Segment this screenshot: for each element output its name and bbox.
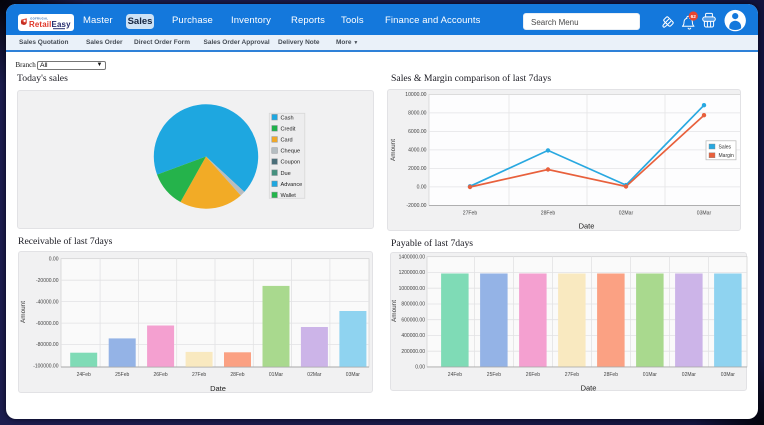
svg-text:-40000.00: -40000.00 <box>36 299 59 305</box>
svg-text:Sales: Sales <box>719 144 732 150</box>
svg-text:0.00: 0.00 <box>49 256 59 262</box>
svg-text:-2000.00: -2000.00 <box>406 203 426 209</box>
svg-text:1400000.00: 1400000.00 <box>399 254 426 260</box>
svg-text:01Mar: 01Mar <box>269 372 284 378</box>
svg-text:01Mar: 01Mar <box>643 372 658 378</box>
svg-text:0.00: 0.00 <box>417 185 427 191</box>
svg-text:-60000.00: -60000.00 <box>36 321 59 327</box>
svg-text:27Feb: 27Feb <box>565 372 579 378</box>
svg-text:-20000.00: -20000.00 <box>36 278 59 284</box>
svg-text:Amount: Amount <box>390 139 397 161</box>
svg-text:0.00: 0.00 <box>415 365 425 371</box>
svg-text:03Mar: 03Mar <box>697 211 712 217</box>
svg-text:-80000.00: -80000.00 <box>36 342 59 348</box>
svg-text:62: 62 <box>691 14 697 20</box>
svg-text:1000000.00: 1000000.00 <box>399 286 426 292</box>
svg-text:Wallet: Wallet <box>281 193 297 199</box>
svg-text:Advance: Advance <box>281 182 303 188</box>
svg-text:Credit: Credit <box>281 126 296 132</box>
svg-text:02Mar: 02Mar <box>619 211 634 217</box>
svg-text:26Feb: 26Feb <box>154 372 168 378</box>
svg-text:28Feb: 28Feb <box>541 211 556 217</box>
svg-text:4000.00: 4000.00 <box>408 148 427 154</box>
svg-text:Card: Card <box>281 138 293 144</box>
svg-text:03Mar: 03Mar <box>721 372 736 378</box>
svg-text:Cheque: Cheque <box>281 149 301 155</box>
svg-text:26Feb: 26Feb <box>526 372 540 378</box>
svg-text:800000.00: 800000.00 <box>401 302 425 308</box>
svg-text:8000.00: 8000.00 <box>408 111 427 117</box>
svg-text:Amount: Amount <box>20 301 27 323</box>
svg-text:400000.00: 400000.00 <box>401 333 425 339</box>
svg-text:02Mar: 02Mar <box>682 372 697 378</box>
svg-text:RetailEasy: RetailEasy <box>29 20 71 29</box>
svg-text:Due: Due <box>281 171 291 177</box>
svg-text:28Feb: 28Feb <box>604 372 618 378</box>
svg-text:Margin: Margin <box>719 153 735 159</box>
svg-text:10000.00: 10000.00 <box>405 92 426 98</box>
svg-text:Coupon: Coupon <box>281 160 301 166</box>
svg-text:Cash: Cash <box>281 115 294 121</box>
svg-text:Date: Date <box>579 222 595 231</box>
svg-text:24Feb: 24Feb <box>448 372 462 378</box>
svg-text:6000.00: 6000.00 <box>408 129 427 135</box>
svg-text:25Feb: 25Feb <box>487 372 501 378</box>
svg-text:27Feb: 27Feb <box>463 211 478 217</box>
svg-text:1200000.00: 1200000.00 <box>399 270 426 276</box>
svg-text:600000.00: 600000.00 <box>401 317 425 323</box>
svg-text:25Feb: 25Feb <box>115 372 129 378</box>
svg-text:27Feb: 27Feb <box>192 372 206 378</box>
svg-text:02Mar: 02Mar <box>307 372 322 378</box>
svg-text:2000.00: 2000.00 <box>408 166 427 172</box>
svg-text:-100000.00: -100000.00 <box>33 364 59 370</box>
svg-text:03Mar: 03Mar <box>346 372 361 378</box>
svg-text:200000.00: 200000.00 <box>401 349 425 355</box>
svg-text:Date: Date <box>581 384 597 393</box>
svg-text:Amount: Amount <box>391 300 398 322</box>
svg-text:24Feb: 24Feb <box>77 372 91 378</box>
svg-text:Date: Date <box>210 384 226 392</box>
svg-text:28Feb: 28Feb <box>230 372 244 378</box>
